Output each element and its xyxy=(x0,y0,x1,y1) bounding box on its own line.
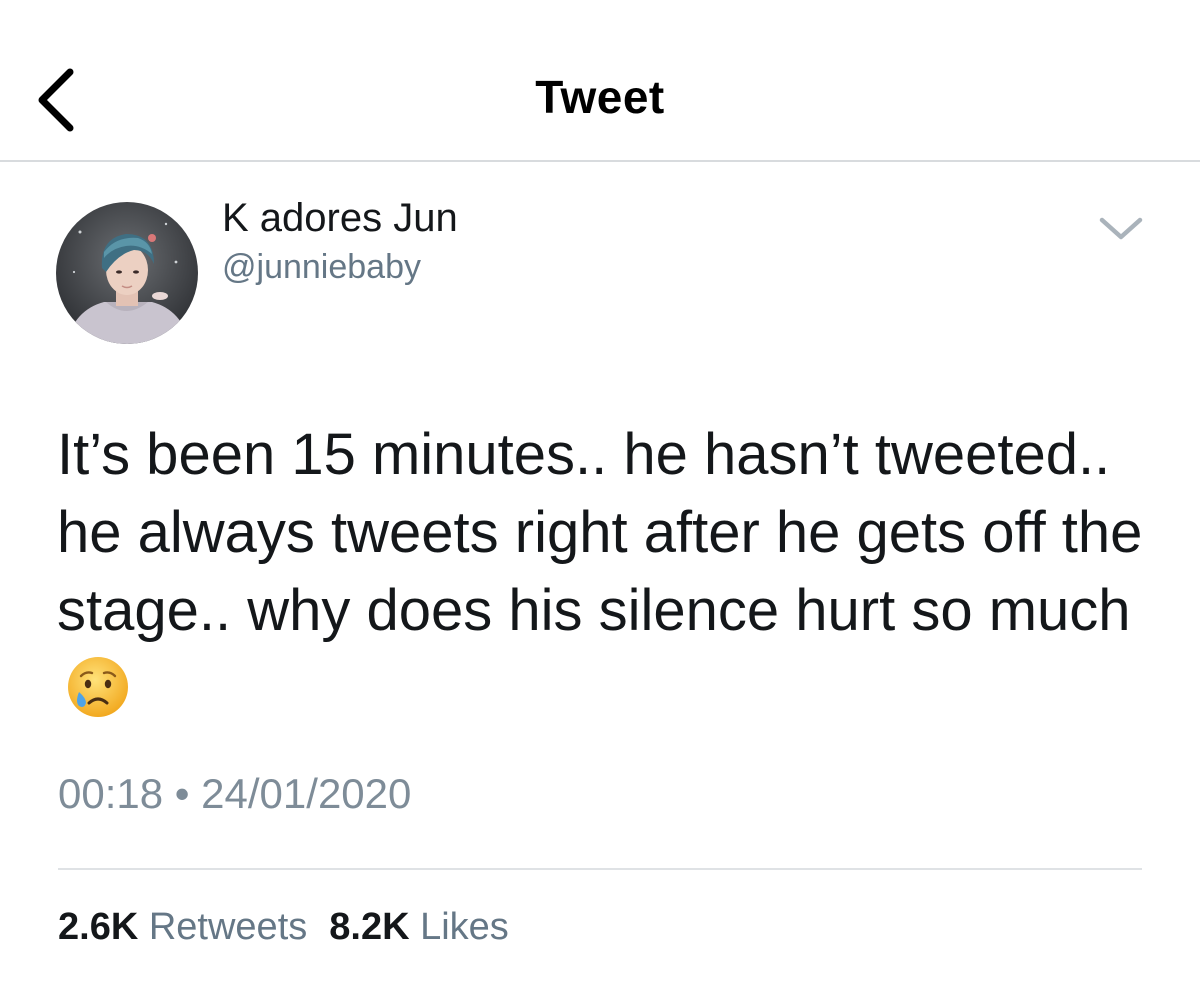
chevron-down-icon xyxy=(1099,217,1143,240)
tweet-stats: 2.6K Retweets 8.2K Likes xyxy=(58,906,509,949)
retweets-count: 2.6K xyxy=(58,906,139,948)
page-title: Tweet xyxy=(535,71,665,123)
tweet-body: It’s been 15 minutes.. he hasn’t tweeted… xyxy=(57,416,1157,728)
likes-count: 8.2K xyxy=(329,906,410,948)
divider xyxy=(58,868,1142,870)
likes-link[interactable]: 8.2K Likes xyxy=(329,906,509,949)
more-options-button[interactable] xyxy=(1096,210,1146,246)
author-display-name[interactable]: K adores Jun xyxy=(222,196,458,241)
retweets-label: Retweets xyxy=(148,906,308,948)
likes-label: Likes xyxy=(420,906,509,948)
tweet-date: 24/01/2020 xyxy=(201,770,412,817)
avatar-photo xyxy=(56,202,198,344)
crying-face-emoji xyxy=(65,654,131,720)
author-handle[interactable]: @junniebaby xyxy=(222,248,421,287)
retweets-link[interactable]: 2.6K Retweets xyxy=(58,906,307,949)
tweet-timestamp[interactable]: 00:18 • 24/01/2020 xyxy=(58,770,411,818)
avatar[interactable] xyxy=(56,202,198,344)
timestamp-separator: • xyxy=(174,770,190,817)
tweet-time: 00:18 xyxy=(58,770,164,817)
tweet-text: It’s been 15 minutes.. he hasn’t tweeted… xyxy=(57,422,1143,643)
top-navigation-bar: Tweet xyxy=(0,0,1200,162)
